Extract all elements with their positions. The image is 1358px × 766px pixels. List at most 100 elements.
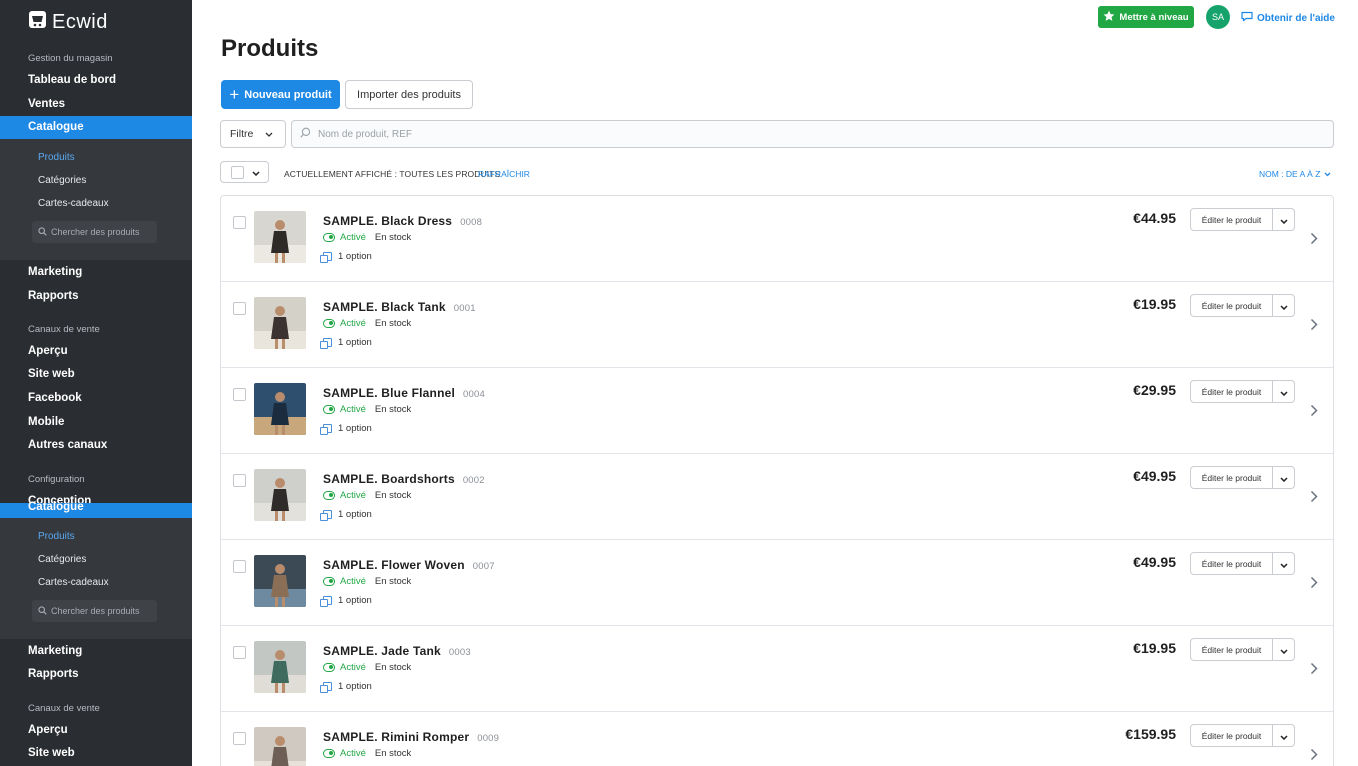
sidebar-sub-gift-cards-repeat[interactable]: Cartes-cadeaux [38, 577, 109, 588]
cart-icon [28, 10, 47, 34]
product-thumbnail[interactable] [254, 211, 306, 263]
chevron-right-icon[interactable] [1310, 748, 1318, 766]
product-sku: 0009 [477, 733, 500, 744]
toggle-icon[interactable] [323, 749, 335, 758]
edit-dropdown-button[interactable] [1273, 381, 1294, 402]
product-checkbox[interactable] [233, 216, 246, 229]
edit-product-button[interactable]: Éditer le produit [1191, 553, 1273, 574]
avatar[interactable]: SA [1206, 5, 1230, 29]
sidebar-item-website[interactable]: Site web [28, 368, 75, 380]
product-status: Activé En stock [323, 232, 411, 243]
bulk-select-dropdown[interactable] [220, 161, 269, 183]
sidebar-product-search-repeat[interactable]: Chercher des produits [32, 600, 157, 622]
product-name[interactable]: SAMPLE. Black Dress 0008 [323, 214, 482, 228]
toggle-icon[interactable] [323, 319, 335, 328]
sidebar-sub-categories-repeat[interactable]: Catégories [38, 554, 86, 565]
edit-product-button[interactable]: Éditer le produit [1191, 639, 1273, 660]
toggle-icon[interactable] [323, 577, 335, 586]
edit-dropdown-button[interactable] [1273, 639, 1294, 660]
copy-icon [320, 682, 332, 693]
toggle-icon[interactable] [323, 663, 335, 672]
toggle-icon[interactable] [323, 405, 335, 414]
product-row[interactable]: SAMPLE. Blue Flannel 0004 Activé En stock… [221, 368, 1333, 454]
product-checkbox[interactable] [233, 646, 246, 659]
import-products-button[interactable]: Importer des produits [345, 80, 473, 109]
sidebar-item-catalog[interactable]: Catalogue [0, 116, 192, 139]
select-all-checkbox[interactable] [231, 165, 244, 179]
product-row[interactable]: SAMPLE. Black Tank 0001 Activé En stock 1… [221, 282, 1333, 368]
sidebar-item-reports[interactable]: Rapports [28, 290, 78, 302]
product-name[interactable]: SAMPLE. Jade Tank 0003 [323, 644, 471, 658]
edit-product-button[interactable]: Éditer le produit [1191, 209, 1273, 230]
product-name[interactable]: SAMPLE. Blue Flannel 0004 [323, 386, 485, 400]
product-price: €29.95 [1133, 382, 1176, 398]
sidebar-item-sales[interactable]: Ventes [28, 98, 65, 110]
ecwid-logo[interactable]: Ecwid [28, 10, 108, 34]
product-row[interactable]: SAMPLE. Black Dress 0008 Activé En stock … [221, 196, 1333, 282]
sort-dropdown[interactable]: NOM : DE A À Z [1259, 169, 1331, 179]
product-name[interactable]: SAMPLE. Boardshorts 0002 [323, 472, 485, 486]
product-name[interactable]: SAMPLE. Rimini Romper 0009 [323, 730, 499, 744]
sidebar-item-catalog-repeat[interactable]: Catalogue [0, 501, 192, 518]
edit-dropdown-button[interactable] [1273, 553, 1294, 574]
copy-icon [320, 510, 332, 521]
sidebar-item-marketing[interactable]: Marketing [28, 266, 82, 278]
sidebar-sub-products-repeat[interactable]: Produits [38, 531, 75, 542]
product-checkbox[interactable] [233, 560, 246, 573]
edit-product-button[interactable]: Éditer le produit [1191, 467, 1273, 488]
sidebar-sub-products[interactable]: Produits [38, 152, 75, 163]
sidebar-product-search[interactable]: Chercher des produits [32, 221, 157, 243]
sidebar-item-dashboard[interactable]: Tableau de bord [28, 74, 116, 86]
filter-button[interactable]: Filtre [220, 120, 286, 148]
sidebar-item-website-repeat[interactable]: Site web [28, 747, 75, 759]
sidebar-item-marketing-repeat[interactable]: Marketing [28, 645, 82, 657]
copy-icon [320, 424, 332, 435]
sidebar-item-mobile[interactable]: Mobile [28, 416, 64, 428]
upgrade-button[interactable]: Mettre à niveau [1098, 6, 1194, 28]
help-link[interactable]: Obtenir de l'aide [1241, 11, 1335, 25]
product-thumbnail[interactable] [254, 727, 306, 766]
edit-dropdown-button[interactable] [1273, 209, 1294, 230]
product-search-input[interactable]: Nom de produit, REF [291, 120, 1334, 148]
sidebar-item-reports-repeat[interactable]: Rapports [28, 668, 78, 680]
product-thumbnail[interactable] [254, 383, 306, 435]
product-row[interactable]: SAMPLE. Jade Tank 0003 Activé En stock 1 … [221, 626, 1333, 712]
toggle-icon[interactable] [323, 491, 335, 500]
product-row[interactable]: SAMPLE. Rimini Romper 0009 Activé En stoc… [221, 712, 1333, 766]
sidebar-sub-gift-cards[interactable]: Cartes-cadeaux [38, 198, 109, 209]
product-checkbox[interactable] [233, 474, 246, 487]
product-name[interactable]: SAMPLE. Black Tank 0001 [323, 300, 476, 314]
edit-product-button[interactable]: Éditer le produit [1191, 725, 1273, 746]
chevron-right-icon[interactable] [1310, 318, 1318, 336]
chevron-right-icon[interactable] [1310, 662, 1318, 680]
sidebar-item-facebook[interactable]: Facebook [28, 392, 82, 404]
edit-dropdown-button[interactable] [1273, 467, 1294, 488]
edit-dropdown-button[interactable] [1273, 725, 1294, 746]
edit-product-button[interactable]: Éditer le produit [1191, 381, 1273, 402]
product-name[interactable]: SAMPLE. Flower Woven 0007 [323, 558, 495, 572]
product-checkbox[interactable] [233, 732, 246, 745]
chevron-right-icon[interactable] [1310, 232, 1318, 250]
edit-dropdown-button[interactable] [1273, 295, 1294, 316]
chevron-right-icon[interactable] [1310, 404, 1318, 422]
sidebar-item-other-channels[interactable]: Autres canaux [28, 439, 107, 451]
chevron-right-icon[interactable] [1310, 576, 1318, 594]
new-product-button[interactable]: + Nouveau produit [221, 80, 340, 109]
toggle-icon[interactable] [323, 233, 335, 242]
product-checkbox[interactable] [233, 302, 246, 315]
sidebar-item-overview[interactable]: Aperçu [28, 345, 68, 357]
chevron-right-icon[interactable] [1310, 490, 1318, 508]
sidebar-sub-categories[interactable]: Catégories [38, 175, 86, 186]
product-row[interactable]: SAMPLE. Boardshorts 0002 Activé En stock … [221, 454, 1333, 540]
product-thumbnail[interactable] [254, 641, 306, 693]
product-checkbox[interactable] [233, 388, 246, 401]
edit-product-button[interactable]: Éditer le produit [1191, 295, 1273, 316]
edit-product-group: Éditer le produit [1190, 724, 1295, 747]
product-thumbnail[interactable] [254, 555, 306, 607]
refresh-link[interactable]: RAFRAÎCHIR [478, 169, 530, 179]
sidebar-item-overview-repeat[interactable]: Aperçu [28, 724, 68, 736]
product-row[interactable]: SAMPLE. Flower Woven 0007 Activé En stock… [221, 540, 1333, 626]
product-thumbnail[interactable] [254, 469, 306, 521]
product-price: €49.95 [1133, 468, 1176, 484]
product-thumbnail[interactable] [254, 297, 306, 349]
